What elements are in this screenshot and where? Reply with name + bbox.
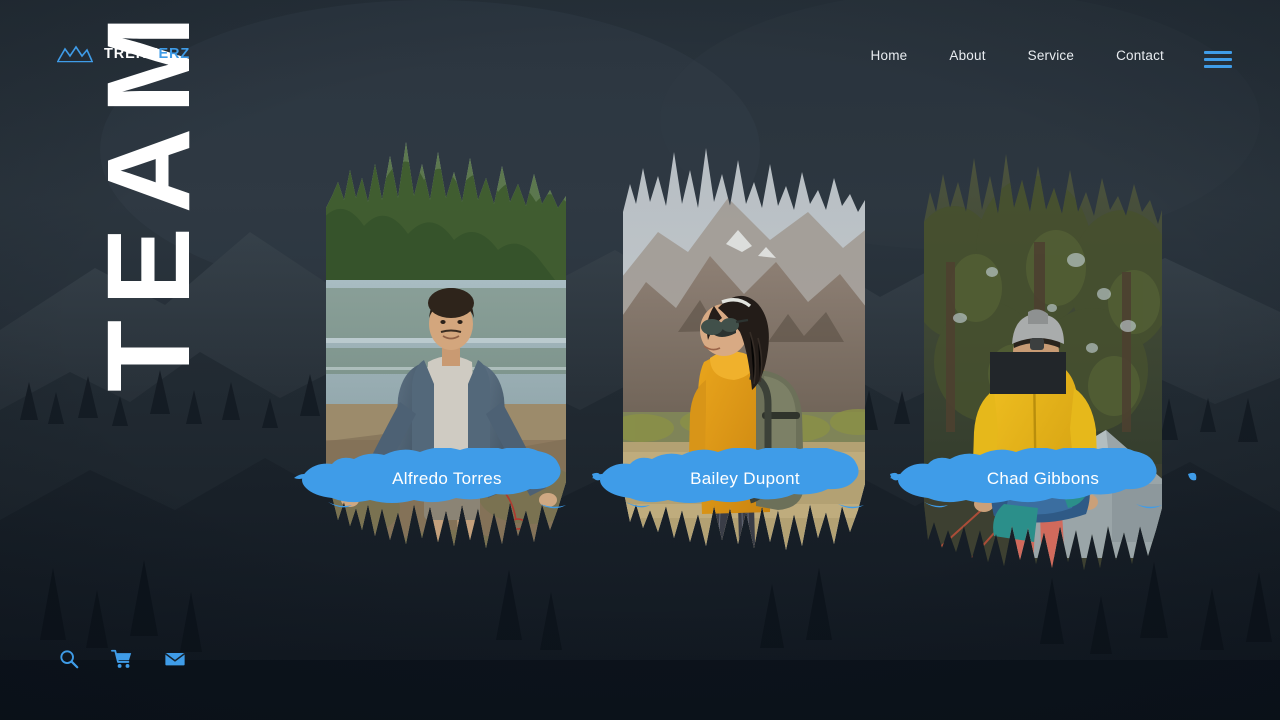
nav-item-service[interactable]: Service bbox=[1007, 48, 1095, 63]
brand-primary-text: TREKK bbox=[104, 45, 159, 62]
hamburger-menu-icon[interactable] bbox=[1204, 48, 1232, 70]
member-name-badge: Chad Gibbons bbox=[888, 448, 1198, 510]
mail-icon[interactable] bbox=[164, 648, 186, 670]
nav-item-home[interactable]: Home bbox=[850, 48, 929, 63]
brand-wordmark: TREKKERZ bbox=[104, 47, 190, 62]
brand-accent-text: ERZ bbox=[158, 45, 191, 62]
brand-logo[interactable]: TREKKERZ bbox=[56, 44, 190, 64]
hamburger-bar-1 bbox=[1204, 50, 1232, 54]
photo-overlay-artifact bbox=[990, 352, 1066, 394]
main-navigation: Home About Service Contact bbox=[850, 48, 1185, 63]
hamburger-bar-3 bbox=[1204, 64, 1232, 68]
member-photo bbox=[320, 112, 572, 582]
member-name: Alfredo Torres bbox=[392, 469, 502, 488]
nav-item-contact[interactable]: Contact bbox=[1095, 48, 1185, 63]
mountain-icon bbox=[57, 45, 93, 63]
team-member-card[interactable]: Bailey Dupont bbox=[592, 112, 899, 582]
nav-item-about[interactable]: About bbox=[928, 48, 1006, 63]
search-icon[interactable] bbox=[58, 648, 80, 670]
member-name: Bailey Dupont bbox=[690, 469, 800, 488]
team-member-card[interactable]: Alfredo Torres bbox=[294, 112, 601, 582]
team-member-card[interactable]: Chad Gibbons bbox=[890, 112, 1197, 582]
member-photo-image bbox=[924, 154, 1162, 570]
utility-icon-bar bbox=[58, 648, 186, 670]
member-name-badge: Alfredo Torres bbox=[292, 448, 602, 510]
site-header: TREKKERZ Home About Service Contact bbox=[0, 0, 1280, 116]
member-photo bbox=[618, 112, 870, 582]
member-photo-image bbox=[326, 142, 566, 548]
member-name: Chad Gibbons bbox=[986, 469, 1100, 488]
member-name-badge: Bailey Dupont bbox=[590, 448, 900, 510]
member-photo-image bbox=[623, 148, 865, 550]
member-photo bbox=[916, 112, 1168, 582]
cart-icon[interactable] bbox=[111, 648, 133, 670]
hamburger-bar-2 bbox=[1204, 57, 1232, 61]
